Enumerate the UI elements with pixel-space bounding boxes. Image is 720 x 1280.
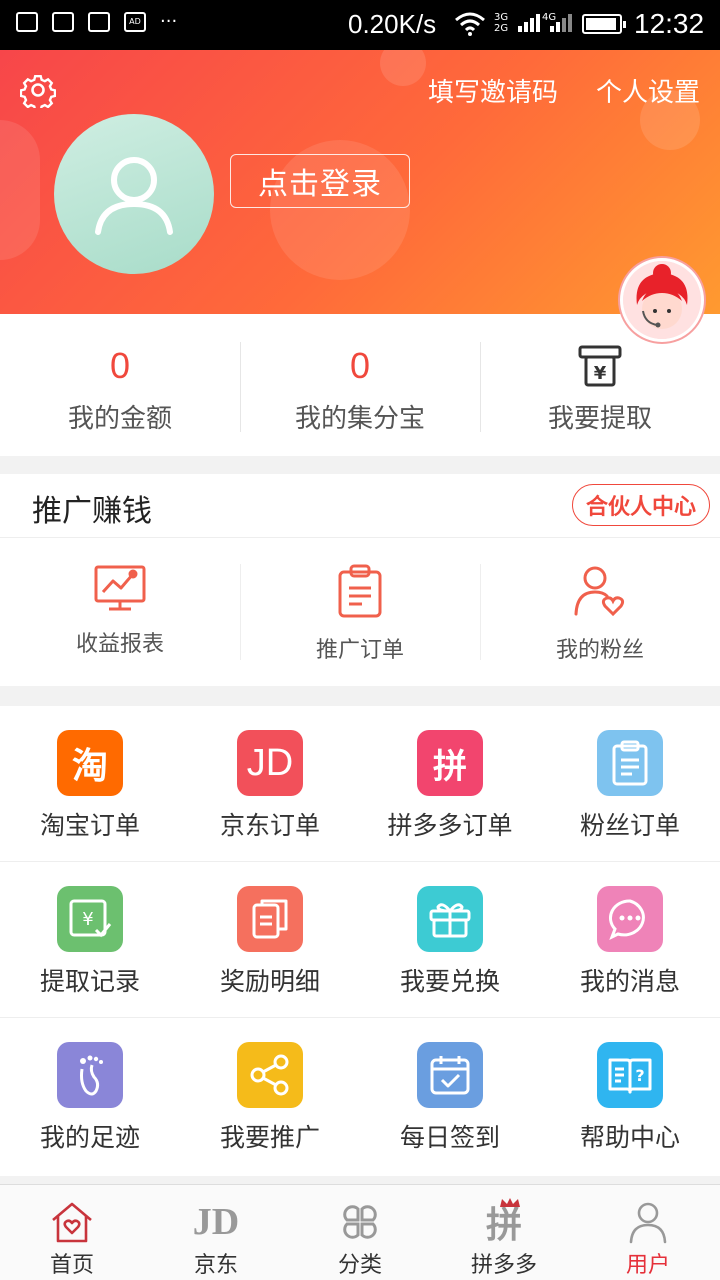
fans-orders[interactable]: 粉丝订单 [540,706,720,861]
nav-pinduoduo[interactable]: 拼 拼多多 [432,1185,576,1280]
svg-text:?: ? [635,1066,644,1085]
footprint-icon [57,1042,123,1108]
signal-icon [518,14,540,32]
balance-label: 我的金额 [67,404,172,434]
notification-icons: AD ··· [16,12,177,32]
message-notification-icon [88,12,110,32]
pinduoduo-icon: 拼 [486,1198,522,1246]
pinduoduo-icon: 拼 [417,730,483,796]
home-icon [49,1199,95,1245]
profile-header: 填写邀请码 个人设置 点击登录 [0,50,720,314]
image-icon [16,12,38,32]
customer-service-icon [623,261,701,339]
network-speed: 0.20K/s [348,9,437,39]
partner-center-button[interactable]: 合伙人中心 [572,484,710,526]
ad-icon: AD [124,12,146,32]
svg-text:¥: ¥ [82,909,93,930]
wifi-icon [455,12,485,36]
help-center[interactable]: ? 帮助中心 [540,1018,720,1174]
promotion-header: 推广赚钱 合伙人中心 [0,474,720,538]
points-value: 0 [349,345,371,386]
nav-jd[interactable]: JD 京东 [144,1185,288,1280]
battery-icon [582,14,626,34]
clock: 12:32 [634,8,705,39]
category-icon [338,1199,382,1245]
avatar[interactable] [54,114,214,274]
points-label: 我的集分宝 [294,404,425,434]
clipboard-icon [338,564,382,618]
gear-icon[interactable] [20,72,56,108]
withdraw-record-icon: ¥ [57,886,123,952]
my-messages[interactable]: 我的消息 [540,862,720,1017]
signal-icon-2 [550,14,572,32]
taobao-orders[interactable]: 淘 淘宝订单 [0,706,180,861]
reward-details[interactable]: 奖励明细 [180,862,360,1017]
document-icon [237,886,303,952]
my-footprints[interactable]: 我的足迹 [0,1018,180,1174]
redeem[interactable]: 我要兑换 [360,862,540,1017]
feature-grid: 淘 淘宝订单 JD 京东订单 拼 拼多多订单 粉丝订单 ¥ 提取记录 奖励明细 … [0,706,720,1176]
withdraw-records[interactable]: ¥ 提取记录 [0,862,180,1017]
my-points[interactable]: 0 我的集分宝 [240,314,480,456]
customer-service-button[interactable] [620,258,704,342]
gift-icon [417,886,483,952]
share-icon [237,1042,303,1108]
svg-text:¥: ¥ [594,363,607,384]
status-bar: AD ··· 0.20K/s 3G 2G 4G 12:32 [0,0,720,50]
personal-settings-link[interactable]: 个人设置 [596,72,700,109]
earnings-report-label: 收益报表 [75,632,164,657]
user-icon [627,1199,669,1245]
promotion-orders[interactable]: 推广订单 [240,538,480,686]
user-icon [95,157,173,235]
pinduoduo-orders[interactable]: 拼 拼多多订单 [360,706,540,861]
nav-user[interactable]: 用户 [576,1185,720,1280]
chart-icon [94,565,146,611]
my-fans-label: 我的粉丝 [555,638,644,663]
message-icon [597,886,663,952]
calendar-icon [417,1042,483,1108]
bottom-nav: 首页 JD 京东 分类 拼 拼多多 用户 [0,1184,720,1280]
promotion-section: 推广赚钱 合伙人中心 收益报表 推广订单 我的粉丝 [0,474,720,686]
my-fans[interactable]: 我的粉丝 [480,538,720,686]
atm-icon: ¥ [578,344,622,388]
stats-bar: 0 我的金额 0 我的集分宝 ¥ 我要提取 [0,314,720,456]
earnings-report[interactable]: 收益报表 [0,538,240,686]
network-type: 3G 2G [494,12,509,34]
invite-code-link[interactable]: 填写邀请码 [428,72,558,109]
taobao-icon: 淘 [57,730,123,796]
more-icon: ··· [160,11,178,32]
nav-home[interactable]: 首页 [0,1185,144,1280]
jd-orders[interactable]: JD 京东订单 [180,706,360,861]
daily-checkin[interactable]: 每日签到 [360,1018,540,1174]
balance-value: 0 [109,345,131,386]
app-notification-icon [52,12,74,32]
promote[interactable]: 我要推广 [180,1018,360,1174]
user-heart-icon [574,566,625,617]
nav-category[interactable]: 分类 [288,1185,432,1280]
section-title: 推广赚钱 [32,494,152,529]
jd-icon: JD [192,1201,240,1243]
help-book-icon: ? [597,1042,663,1108]
withdraw-label: 我要提取 [547,404,652,434]
my-balance[interactable]: 0 我的金额 [0,314,240,456]
jd-icon: JD [237,730,303,796]
clipboard-icon [597,730,663,796]
promotion-orders-label: 推广订单 [315,638,404,663]
login-button[interactable]: 点击登录 [230,154,410,208]
